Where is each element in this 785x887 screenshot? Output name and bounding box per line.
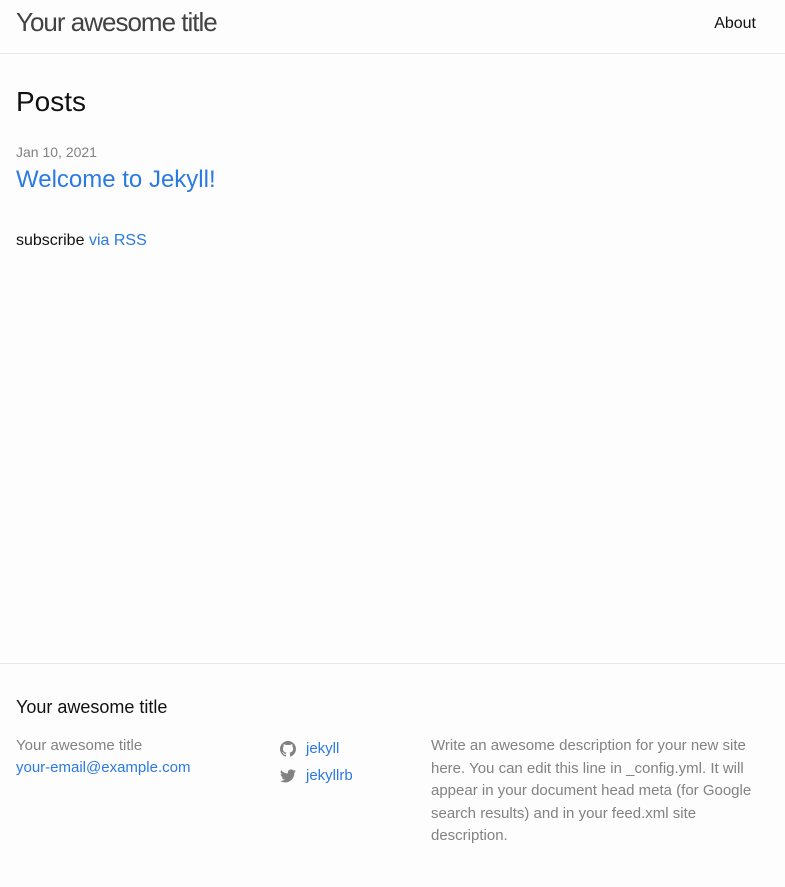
site-title-link[interactable]: Your awesome title [16, 6, 218, 38]
rss-link[interactable]: via RSS [89, 232, 147, 249]
footer-email-link[interactable]: your-email@example.com [16, 759, 190, 776]
site-footer: Your awesome title Your awesome title yo… [0, 663, 785, 887]
footer-heading: Your awesome title [16, 697, 168, 717]
nav-link-about[interactable]: About [714, 14, 756, 34]
rss-prefix: subscribe [16, 232, 85, 249]
social-item-twitter[interactable]: jekyllrb [280, 762, 353, 789]
twitter-icon [280, 768, 296, 782]
twitter-link[interactable]: jekyllrb [306, 765, 353, 787]
post-title-link[interactable]: Welcome to Jekyll! [16, 165, 216, 195]
page-heading: Posts [16, 86, 87, 117]
social-item-github[interactable]: jekyll [280, 735, 353, 762]
post-date: Jan 10, 2021 [16, 144, 97, 160]
footer-description-col: Write an awesome description for your ne… [431, 735, 766, 848]
rss-subscribe: subscribe via RSS [16, 231, 147, 251]
footer-contact: Your awesome title your-email@example.co… [16, 735, 190, 779]
github-icon [280, 740, 296, 757]
site-description: Write an awesome description for your ne… [431, 737, 752, 844]
github-link[interactable]: jekyll [306, 738, 339, 760]
footer-social: jekyll jekyllrb [280, 735, 353, 789]
site-header: Your awesome title About [0, 0, 785, 54]
footer-site-name: Your awesome title [16, 737, 143, 754]
